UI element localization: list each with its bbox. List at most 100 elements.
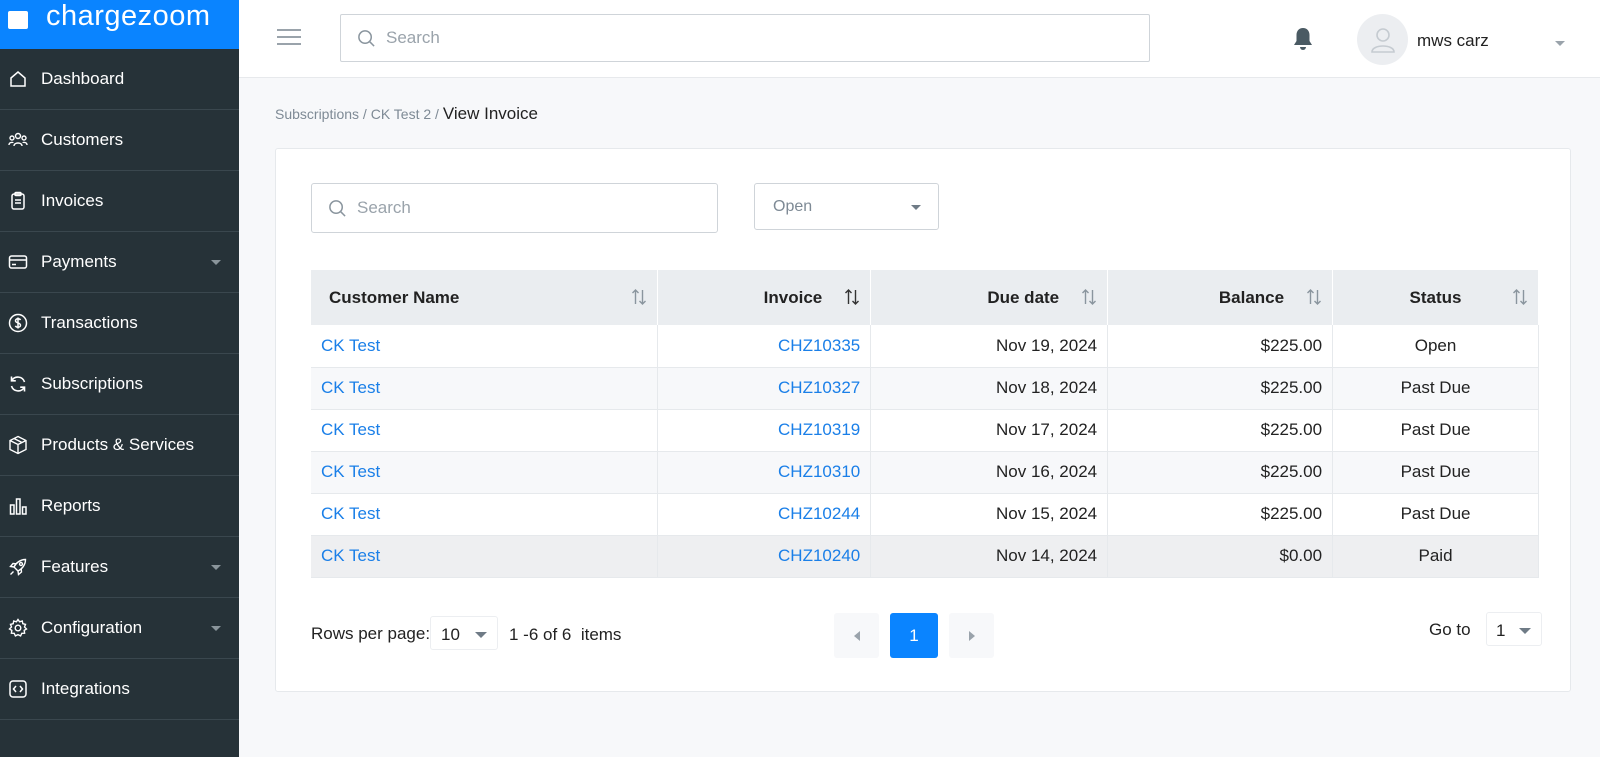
invoice-link[interactable]: CHZ10240 [657,535,872,577]
sidebar-item-invoices[interactable]: Invoices [0,171,239,232]
invoice-link[interactable]: CHZ10244 [657,493,872,535]
rocket-icon [8,557,28,577]
invoice-link[interactable]: CHZ10310 [657,451,872,493]
table-header-row: Customer Name Invoice Due date Balance S… [311,270,1539,325]
previous-page-button[interactable] [834,613,879,658]
column-header-customer-name[interactable]: Customer Name [311,270,659,325]
box-icon [8,435,28,455]
code-icon [8,679,28,699]
balance-cell: $225.00 [1107,325,1334,367]
balance-cell: $225.00 [1107,409,1334,451]
sidebar-item-dashboard[interactable]: Dashboard [0,49,239,110]
due-date-cell: Nov 17, 2024 [870,409,1109,451]
sidebar-item-features[interactable]: Features [0,537,239,598]
global-search[interactable] [340,14,1150,62]
column-header-balance[interactable]: Balance [1107,270,1334,325]
avatar[interactable] [1357,14,1408,65]
search-icon [329,199,346,217]
column-header-invoice[interactable]: Invoice [657,270,872,325]
bar-chart-icon [8,496,28,516]
customer-link[interactable]: CK Test [311,451,659,493]
due-date-cell: Nov 15, 2024 [870,493,1109,535]
sidebar-item-customers[interactable]: Customers [0,110,239,171]
column-header-label: Status [1409,287,1462,307]
breadcrumb-current: View Invoice [442,104,538,123]
invoice-link[interactable]: CHZ10335 [657,325,872,367]
chevron-down-icon [1519,628,1531,634]
customer-link[interactable]: CK Test [311,493,659,535]
table-row: CK Test CHZ10335 Nov 19, 2024 $225.00 Op… [311,325,1539,367]
status-cell: Past Due [1332,367,1539,409]
sidebar-item-payments[interactable]: Payments [0,232,239,293]
menu-toggle-icon[interactable] [277,29,301,47]
sort-icon[interactable] [1081,288,1097,306]
sidebar-item-label: Payments [41,252,117,271]
sort-icon[interactable] [631,288,647,306]
bell-icon[interactable] [1291,26,1315,52]
sidebar-item-label: Transactions [41,313,138,332]
table-row: CK Test CHZ10244 Nov 15, 2024 $225.00 Pa… [311,493,1539,535]
refresh-icon [8,374,28,394]
sidebar-item-configuration[interactable]: Configuration [0,598,239,659]
column-header-due-date[interactable]: Due date [870,270,1109,325]
goto-page-value: 1 [1496,621,1506,640]
sidebar-item-transactions[interactable]: Transactions [0,293,239,354]
status-filter-select[interactable]: Open [754,183,939,230]
brand-name: chargezoom [46,0,211,32]
invoice-search-input[interactable] [357,198,708,218]
column-header-label: Due date [987,287,1060,307]
sidebar: chargezoom Dashboard Customers Invoices … [0,0,239,757]
goto-page-select[interactable]: 1 [1486,612,1542,646]
search-icon [358,29,375,47]
sort-icon[interactable] [844,288,860,306]
breadcrumb-separator: / [431,106,443,122]
global-search-input[interactable] [386,28,1099,48]
status-cell: Open [1332,325,1539,367]
invoice-table: Customer Name Invoice Due date Balance S… [311,270,1539,578]
chevron-down-icon [475,632,487,638]
sidebar-item-subscriptions[interactable]: Subscriptions [0,354,239,415]
home-icon [8,69,28,89]
breadcrumb-subscriptions[interactable]: Subscriptions [275,106,359,122]
people-icon [8,130,28,150]
status-cell: Past Due [1332,451,1539,493]
dollar-circle-icon [8,313,28,333]
gear-icon [8,618,28,638]
status-cell: Past Due [1332,493,1539,535]
items-range-text: 1 -6 of 6 items [509,625,622,644]
customer-link[interactable]: CK Test [311,325,659,367]
invoice-link[interactable]: CHZ10327 [657,367,872,409]
page-1-button[interactable]: 1 [890,613,938,658]
sidebar-item-reports[interactable]: Reports [0,476,239,537]
chevron-down-icon [911,205,921,210]
balance-cell: $225.00 [1107,451,1334,493]
column-header-status[interactable]: Status [1332,270,1539,325]
table-row: CK Test CHZ10327 Nov 18, 2024 $225.00 Pa… [311,367,1539,409]
sidebar-item-label: Products & Services [41,435,195,454]
top-header: mws carz [239,0,1600,78]
brand-logo[interactable]: chargezoom [0,0,239,49]
chevron-left-icon [853,630,860,641]
invoice-link[interactable]: CHZ10319 [657,409,872,451]
due-date-cell: Nov 14, 2024 [870,535,1109,577]
brand-mark-icon [8,11,28,29]
breadcrumb-ck-test-2[interactable]: CK Test 2 [371,106,431,122]
chevron-down-icon[interactable] [1555,41,1565,46]
sort-icon[interactable] [1306,288,1322,306]
user-name[interactable]: mws carz [1417,31,1489,51]
sidebar-nav: Dashboard Customers Invoices Payments Tr… [0,49,239,720]
sidebar-item-products-services[interactable]: Products & Services [0,415,239,476]
customer-link[interactable]: CK Test [311,409,659,451]
customer-link[interactable]: CK Test [311,535,659,577]
rows-per-page-label: Rows per page: [311,624,431,643]
customer-link[interactable]: CK Test [311,367,659,409]
sidebar-item-integrations[interactable]: Integrations [0,659,239,720]
status-filter-value: Open [773,197,813,215]
next-page-button[interactable] [949,613,994,658]
column-header-label: Invoice [763,287,823,307]
sidebar-item-label: Configuration [41,618,143,637]
sort-icon[interactable] [1512,288,1528,306]
balance-cell: $225.00 [1107,493,1334,535]
rows-per-page-select[interactable]: 10 [430,616,498,650]
invoice-search[interactable] [311,183,718,233]
